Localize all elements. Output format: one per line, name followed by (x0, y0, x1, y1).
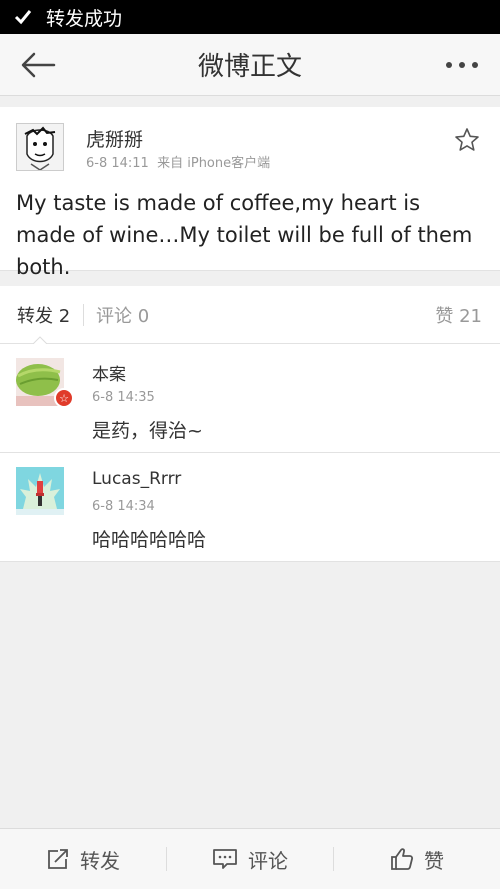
more-icon[interactable] (442, 48, 482, 82)
post-meta: 6-8 14:11 来自 iPhone客户端 (86, 152, 270, 171)
repost-text: 哈哈哈哈哈哈 (92, 529, 207, 551)
repost-icon (48, 849, 68, 869)
toast-bar: 转发成功 (0, 0, 500, 34)
tab-comment[interactable]: 评论 0 (96, 302, 149, 328)
active-tab-caret-icon (33, 336, 47, 344)
check-icon (14, 9, 32, 25)
list-item[interactable]: Lucas_Rrrr 6-8 14:34 哈哈哈哈哈哈 (0, 453, 500, 562)
repost-button-label: 转发 (80, 848, 120, 873)
back-arrow-icon[interactable] (18, 48, 58, 82)
header: 微博正文 (0, 34, 500, 96)
repost-time: 6-8 14:34 (92, 499, 155, 514)
like-button-label: 赞 (424, 848, 444, 873)
avatar[interactable] (16, 123, 64, 171)
post-time: 6-8 14:11 (86, 156, 149, 171)
favorite-star-icon[interactable] (454, 127, 480, 153)
post-username[interactable]: 虎掰掰 (86, 125, 143, 152)
repost-button[interactable]: 转发 (0, 829, 166, 889)
repost-time: 6-8 14:35 (92, 390, 155, 405)
page-title: 微博正文 (197, 52, 302, 82)
comment-button[interactable]: 评论 (167, 829, 333, 889)
repost-text: 是药，得治~ (92, 420, 203, 442)
comment-icon (213, 849, 237, 869)
interaction-tabs: 转发 2 评论 0 赞 21 (0, 286, 500, 344)
tab-repost[interactable]: 转发 2 (17, 302, 70, 328)
repost-username[interactable]: Lucas_Rrrr (92, 469, 181, 489)
thumbs-up-icon (391, 848, 414, 870)
list-item[interactable]: ☆ 本案 6-8 14:35 是药，得治~ (0, 344, 500, 453)
avatar[interactable] (16, 467, 64, 515)
like-button[interactable]: 赞 (334, 829, 500, 889)
post-content: My taste is made of coffee,my heart is m… (16, 191, 473, 279)
rank-badge-icon: ☆ (54, 388, 74, 408)
repost-username[interactable]: 本案 (92, 360, 126, 385)
comment-button-label: 评论 (248, 848, 288, 873)
post-source: 来自 iPhone客户端 (157, 156, 271, 171)
bottom-action-bar: 转发 评论 赞 (0, 828, 500, 889)
tab-divider (83, 304, 84, 326)
tab-like[interactable]: 赞 21 (435, 302, 482, 328)
toast-text: 转发成功 (46, 7, 123, 30)
post-card: 虎掰掰 6-8 14:11 来自 iPhone客户端 My taste is m… (0, 107, 500, 279)
